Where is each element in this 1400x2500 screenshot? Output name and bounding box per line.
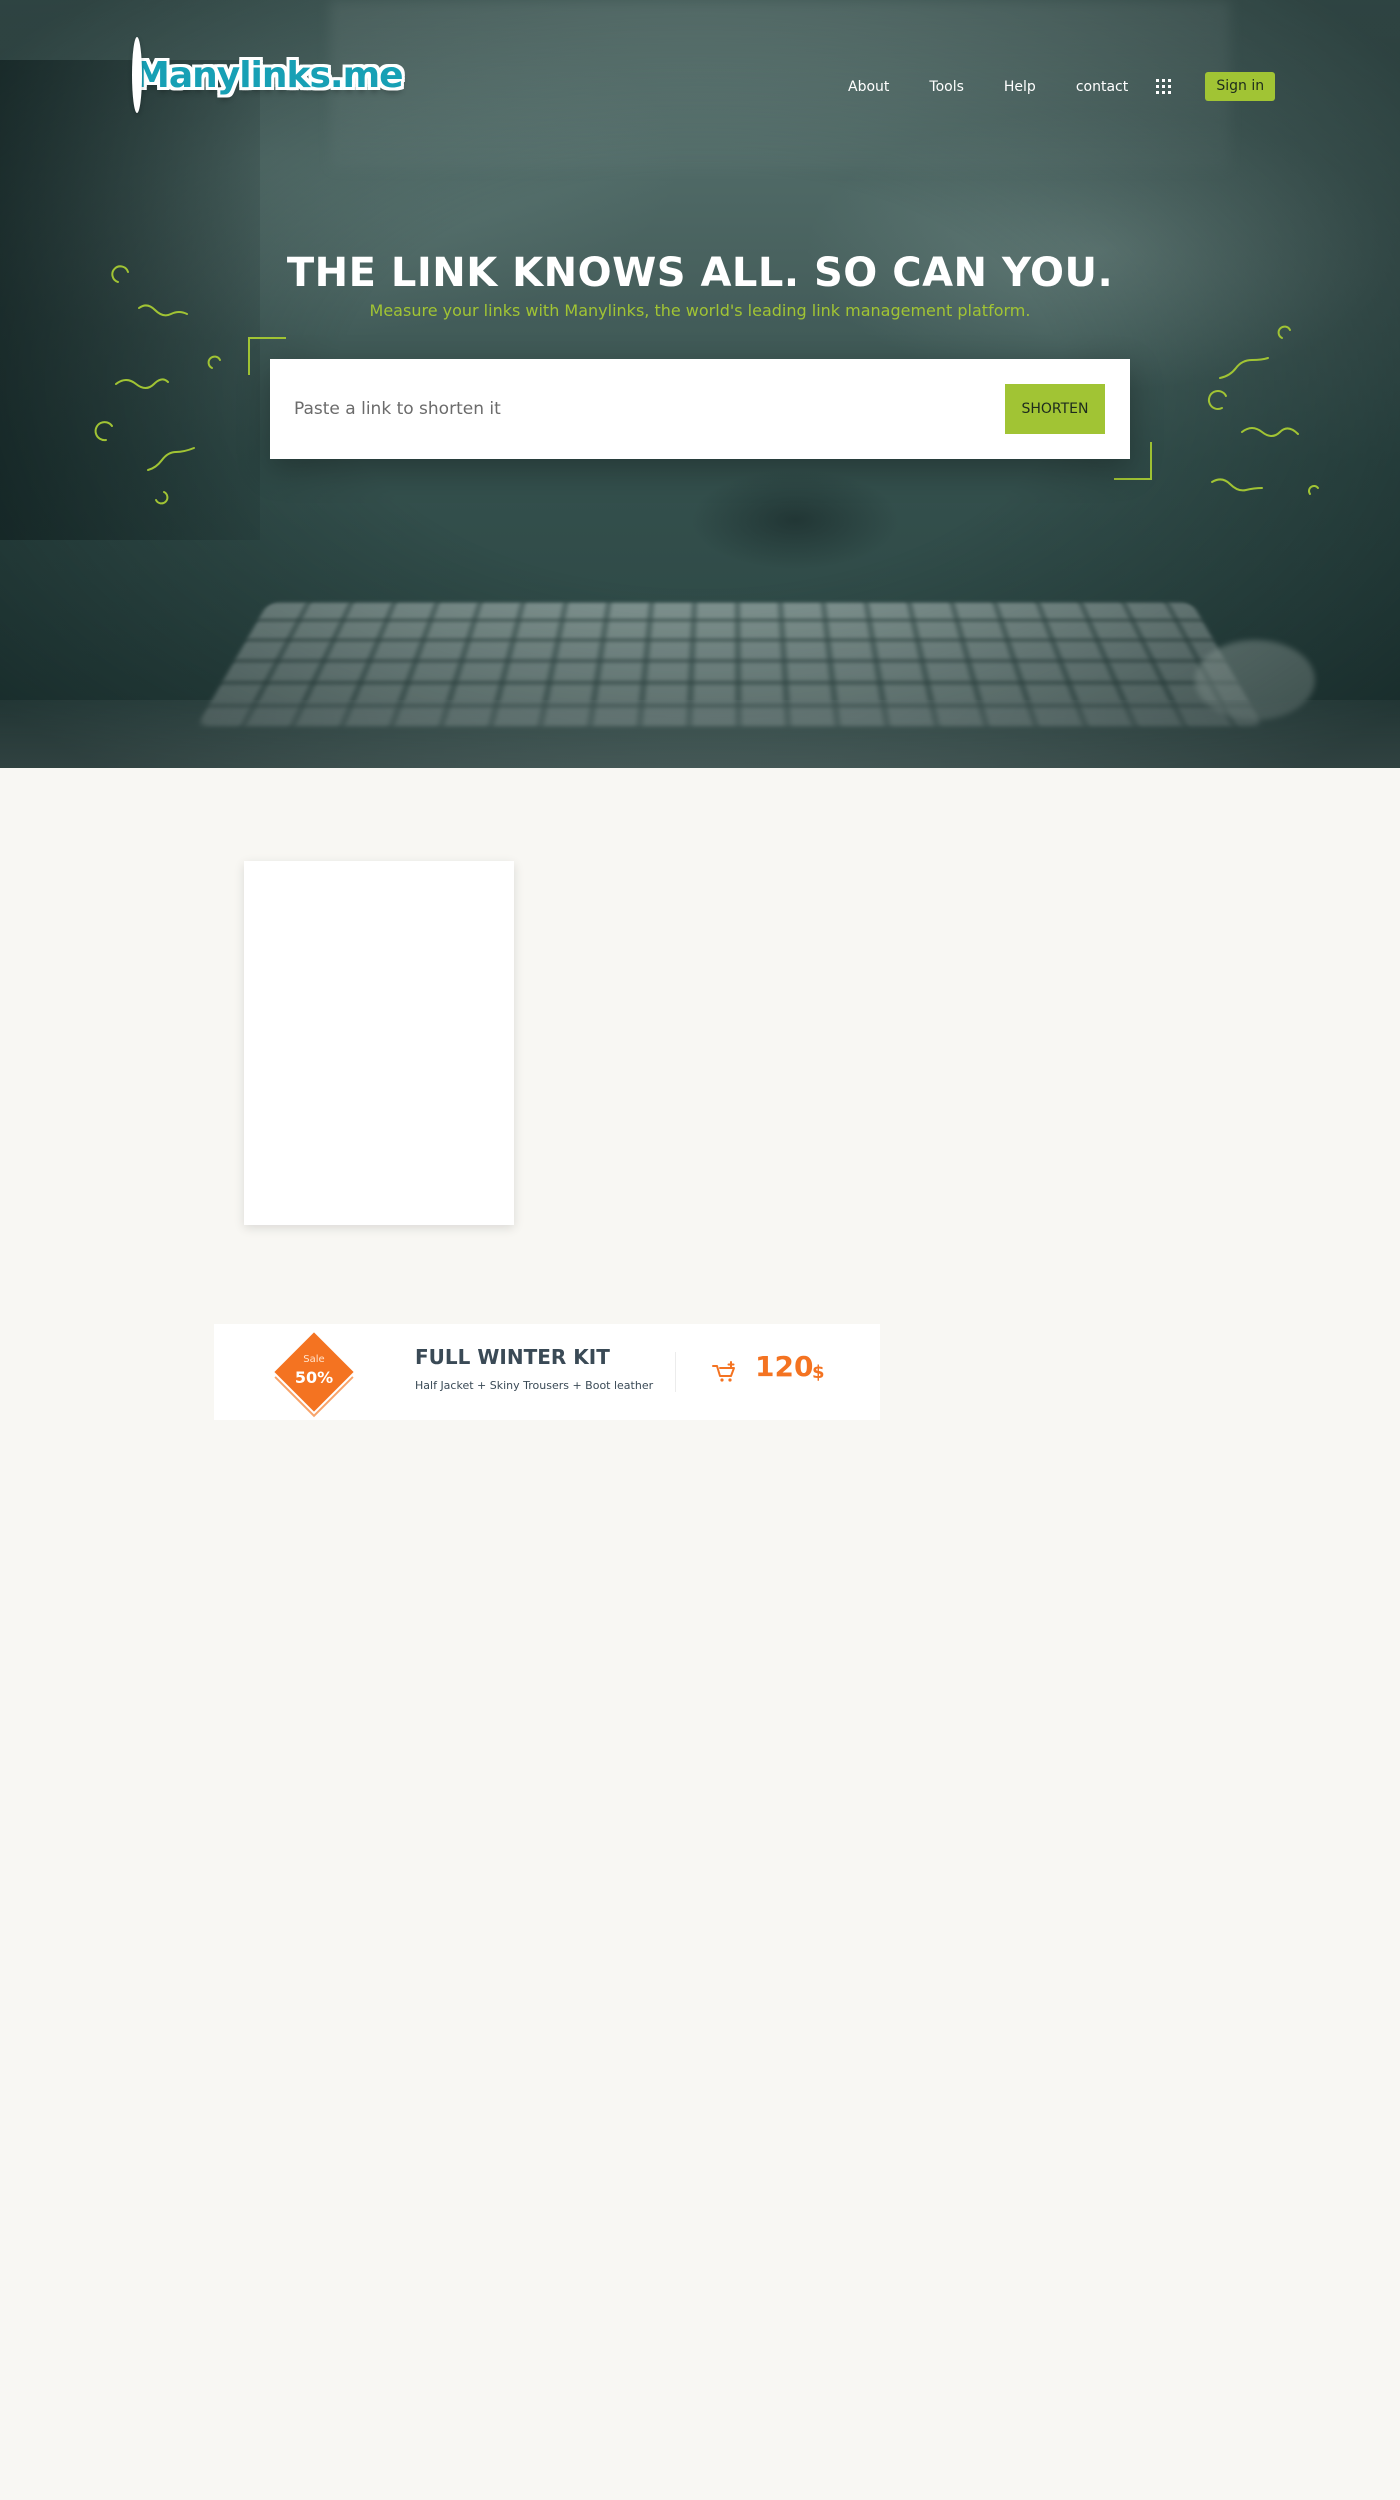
squiggle-wave-left-3 [147, 447, 195, 471]
squiggle-circle-left-4 [155, 491, 169, 505]
sale-badge-label: Sale [303, 1354, 325, 1365]
squiggle-circle-right-3 [1308, 485, 1319, 495]
nav-contact[interactable]: contact [1076, 73, 1128, 101]
promo-description: Half Jacket + Skiny Trousers + Boot leat… [415, 1379, 654, 1392]
squiggle-wave-right-2 [1241, 427, 1299, 437]
logo-globe-icon [132, 37, 142, 113]
logo[interactable]: Manylinks.me [132, 32, 403, 118]
hero-subtitle: Measure your links with Manylinks, the w… [369, 301, 1031, 320]
promo-banner[interactable]: Sale 50% FULL WINTER KIT Half Jacket + S… [214, 1324, 880, 1420]
promo-title: FULL WINTER KIT [415, 1345, 610, 1369]
nav-about[interactable]: About [848, 73, 889, 101]
shorten-url-input[interactable] [294, 389, 974, 429]
sale-badge: Sale 50% [274, 1332, 354, 1412]
shorten-form: SHORTEN [270, 359, 1130, 459]
squiggle-circle-right-2 [1207, 389, 1227, 410]
hero-title: THE LINK KNOWS ALL. SO CAN YOU. [286, 250, 1114, 296]
promo-price: 120 [755, 1350, 814, 1383]
nav-help[interactable]: Help [1004, 73, 1036, 101]
shorten-button[interactable]: SHORTEN [1005, 384, 1105, 434]
squiggle-circle-left-3 [94, 421, 113, 442]
promo-currency: $ [812, 1362, 825, 1383]
signin-button[interactable]: Sign in [1205, 72, 1276, 101]
squiggle-wave-right-1 [1219, 357, 1269, 379]
squiggle-wave-right-3 [1211, 478, 1263, 492]
squiggle-circle-left-2 [207, 355, 221, 369]
nav-tools[interactable]: Tools [929, 73, 964, 101]
cart-icon[interactable] [712, 1360, 738, 1384]
logo-wordmark: Manylinks.me [134, 54, 403, 96]
squiggle-circle-right-1 [1277, 325, 1291, 339]
promo-divider [675, 1352, 676, 1392]
squiggle-wave-left-2 [115, 378, 169, 389]
main-nav: About Tools Help contact Sign in [848, 72, 1276, 101]
hero-section: Manylinks.me About Tools Help contact Si… [0, 0, 1400, 768]
grid-icon[interactable] [1156, 79, 1172, 94]
sale-badge-value: 50% [294, 1368, 334, 1387]
blank-card [244, 861, 514, 1225]
